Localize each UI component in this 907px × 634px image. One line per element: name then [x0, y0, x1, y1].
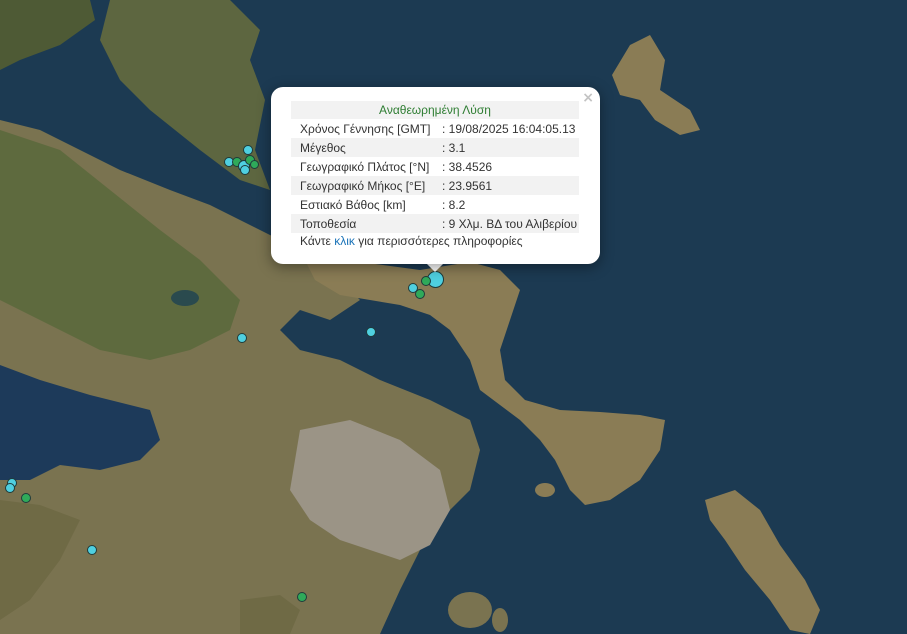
quake-marker[interactable]: [250, 160, 259, 169]
map-view[interactable]: × Αναθεωρημένη Λύση Χρόνος Γέννησης [GMT…: [0, 0, 907, 634]
earthquake-info-popup: × Αναθεωρημένη Λύση Χρόνος Γέννησης [GMT…: [271, 87, 600, 264]
quake-marker[interactable]: [415, 289, 425, 299]
location-label: Τοποθεσία: [291, 214, 440, 233]
popup-title: Αναθεωρημένη Λύση: [291, 101, 579, 119]
depth-value: : 8.2: [440, 195, 579, 214]
quake-marker[interactable]: [243, 145, 253, 155]
longitude-value: : 23.9561: [440, 176, 579, 195]
table-row: Μέγεθος : 3.1: [291, 138, 579, 157]
table-row: Γεωγραφικό Πλάτος [°N] : 38.4526: [291, 157, 579, 176]
quake-marker[interactable]: [240, 165, 250, 175]
quake-marker[interactable]: [87, 545, 97, 555]
table-row: Γεωγραφικό Μήκος [°E] : 23.9561: [291, 176, 579, 195]
quake-marker[interactable]: [366, 327, 376, 337]
table-row: Χρόνος Γέννησης [GMT] : 19/08/2025 16:04…: [291, 119, 579, 138]
magnitude-label: Μέγεθος: [291, 138, 440, 157]
location-value: : 9 Χλμ. ΒΔ του Αλιβερίου: [440, 214, 579, 233]
latitude-value: : 38.4526: [440, 157, 579, 176]
table-row: Τοποθεσία : 9 Χλμ. ΒΔ του Αλιβερίου: [291, 214, 579, 233]
more-info-link[interactable]: κλικ: [334, 234, 355, 248]
depth-label: Εστιακό Βάθος [km]: [291, 195, 440, 214]
earthquake-details-table: Χρόνος Γέννησης [GMT] : 19/08/2025 16:04…: [291, 119, 579, 233]
magnitude-value: : 3.1: [440, 138, 579, 157]
quake-marker[interactable]: [421, 276, 431, 286]
quake-marker[interactable]: [297, 592, 307, 602]
latitude-label: Γεωγραφικό Πλάτος [°N]: [291, 157, 440, 176]
origin-time-label: Χρόνος Γέννησης [GMT]: [291, 119, 440, 138]
origin-time-value: : 19/08/2025 16:04:05.13: [440, 119, 579, 138]
close-icon[interactable]: ×: [582, 90, 594, 106]
table-row: Εστιακό Βάθος [km] : 8.2: [291, 195, 579, 214]
longitude-label: Γεωγραφικό Μήκος [°E]: [291, 176, 440, 195]
quake-marker[interactable]: [237, 333, 247, 343]
quake-marker[interactable]: [5, 483, 15, 493]
more-info-prefix: Κάντε: [300, 234, 335, 248]
more-info-text: Κάντε κλικ για περισσότερες πληροφορίες: [300, 234, 523, 248]
more-info-suffix: για περισσότερες πληροφορίες: [354, 234, 523, 248]
quake-marker[interactable]: [21, 493, 31, 503]
